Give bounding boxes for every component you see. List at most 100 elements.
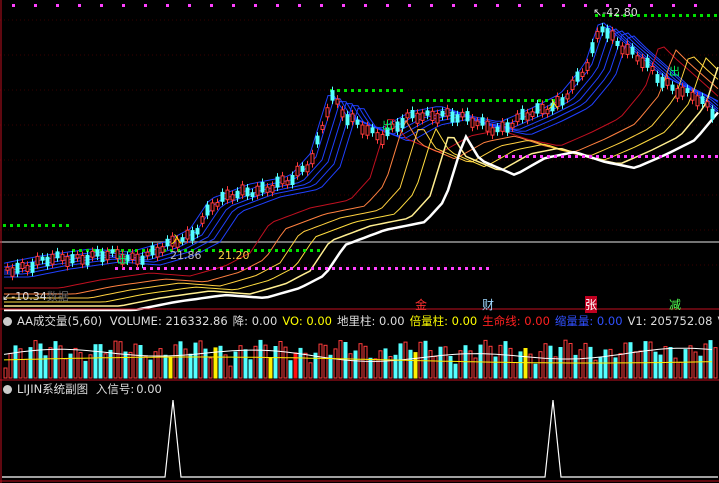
dotted-level-green: [268, 249, 271, 252]
dotted-level-magenta: [708, 155, 711, 158]
volume-bar: [608, 348, 613, 379]
dotted-level-magenta: [430, 267, 433, 270]
volume-bar: [58, 345, 63, 379]
candle-body: [70, 254, 75, 264]
candle-body: [345, 114, 350, 126]
candle-body: [695, 95, 700, 107]
ma-blue-line: [4, 28, 719, 271]
volume-bar: [108, 349, 113, 379]
dotted-level-green: [538, 99, 541, 102]
gear-icon[interactable]: [3, 317, 12, 326]
candle-body: [480, 117, 485, 126]
candle-body: [590, 42, 595, 54]
dotted-level-green: [31, 224, 34, 227]
volume-bar: [408, 349, 413, 379]
candle-body: [620, 45, 625, 55]
candle-body: [90, 250, 95, 258]
candle-body: [610, 30, 615, 41]
signal-value: 0.00: [136, 382, 162, 396]
candle-body: [395, 121, 400, 132]
candle-body: [570, 79, 575, 91]
candle-body: [100, 251, 105, 263]
dotted-level-magenta: [367, 267, 370, 270]
signal-layer: [2, 399, 718, 478]
candle-body: [215, 202, 220, 207]
candle-body: [535, 103, 540, 114]
dotted-level-green: [489, 99, 492, 102]
dotted-level-magenta: [582, 155, 585, 158]
dotted-level-green: [3, 224, 6, 227]
candle-body: [525, 112, 530, 121]
candle-body: [250, 192, 255, 197]
gear-icon[interactable]: [3, 385, 12, 394]
top-dot: [276, 4, 279, 7]
dotted-level-green: [686, 14, 689, 17]
top-dot: [188, 4, 191, 7]
candle-body: [410, 110, 415, 119]
volume-bar: [163, 354, 168, 379]
dotted-level-magenta: [304, 267, 307, 270]
dotted-level-magenta: [283, 267, 286, 270]
volume-bar: [513, 362, 518, 379]
candle-body: [470, 117, 475, 128]
candle-body: [580, 71, 585, 78]
dotted-level-magenta: [360, 267, 363, 270]
bottom-tag-jin: 金: [415, 298, 428, 312]
candle-body: [65, 256, 70, 268]
dotted-level-magenta: [129, 267, 132, 270]
dotted-level-green: [419, 99, 422, 102]
dotted-level-green: [303, 249, 306, 252]
candle-body: [305, 164, 310, 173]
candle-body: [380, 134, 385, 145]
dotted-level-green: [426, 99, 429, 102]
volume-bar: [93, 344, 98, 379]
top-dot: [452, 4, 455, 7]
candle-body: [415, 112, 420, 124]
volume-indicator-name[interactable]: AA成交量(5,60): [17, 314, 102, 328]
candle-body: [450, 111, 455, 123]
candle-body: [465, 111, 470, 122]
volume-bar: [113, 340, 118, 379]
dotted-level-green: [524, 99, 527, 102]
top-dot: [408, 4, 411, 7]
candle-body: [495, 126, 500, 133]
candle-body: [30, 262, 35, 273]
candle-body: [660, 76, 665, 88]
dotted-level-green: [282, 249, 285, 252]
candle-body: [335, 98, 340, 105]
top-dot: [518, 4, 521, 7]
candle-body: [355, 119, 360, 125]
top-dot: [320, 4, 323, 7]
dotted-level-green: [658, 14, 661, 17]
mid-price-label-b: 21.20: [218, 249, 250, 262]
signal-indicator-name[interactable]: LIJIN系统副图: [17, 382, 88, 396]
candle-body: [680, 86, 685, 97]
dotted-level-magenta: [206, 267, 209, 270]
candle-body: [290, 175, 295, 185]
candle-body: [370, 127, 375, 134]
volume-bar: [278, 341, 283, 379]
volume-bar: [228, 365, 233, 379]
candle-body: [670, 84, 675, 91]
grid-layer: [0, 4, 719, 266]
volume-bar: [393, 354, 398, 379]
candle-body: [200, 216, 205, 224]
candle-body: [560, 97, 565, 106]
dotted-level-green: [461, 99, 464, 102]
dotted-level-magenta: [652, 155, 655, 158]
dotted-level-magenta: [631, 155, 634, 158]
dotted-level-magenta: [451, 267, 454, 270]
candle-body: [110, 249, 115, 254]
candle-body: [140, 255, 145, 265]
candle-body: [375, 132, 380, 141]
candle-body: [320, 124, 325, 131]
candle-body: [520, 108, 525, 120]
candle-body: [295, 165, 300, 177]
candle-body: [25, 264, 30, 272]
candle-body: [710, 108, 715, 120]
dotted-level-green: [412, 99, 415, 102]
candle-body: [685, 88, 690, 93]
dotted-level-magenta: [479, 267, 482, 270]
dotted-level-magenta: [262, 267, 265, 270]
volume-bar: [83, 360, 88, 379]
